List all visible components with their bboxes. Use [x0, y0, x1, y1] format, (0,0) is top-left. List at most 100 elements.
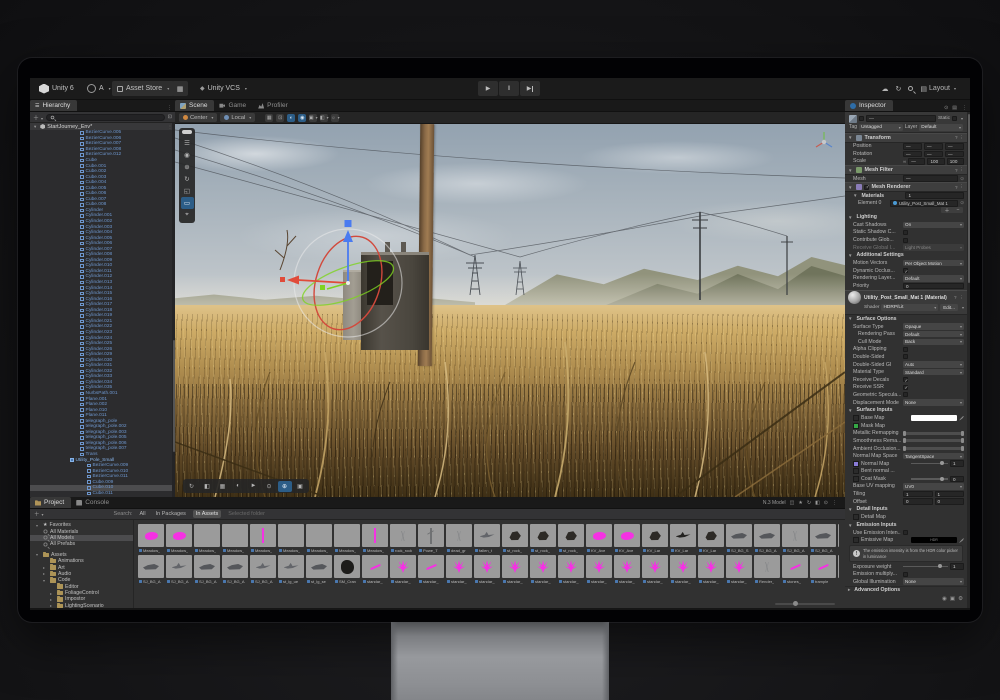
pause-button[interactable]: ‖ [499, 81, 519, 96]
create-asset-button[interactable]: ＋▾ [34, 510, 44, 518]
view-tool[interactable]: ◉ [181, 149, 194, 161]
inspector-row[interactable]: Receive Global I... Light Probes▾ Light … [845, 244, 967, 252]
rot-z-field[interactable]: — [945, 151, 964, 158]
asset-item[interactable]: standar_ [474, 555, 500, 584]
inspector-row[interactable]: Bent normal ... ▾ [845, 468, 967, 476]
checkbox[interactable] [903, 347, 908, 352]
play-button[interactable]: ▶ [478, 81, 498, 96]
shader-dropdown[interactable]: HDRP/Lit▾ [881, 304, 938, 311]
inspector-row[interactable]: Normal Map 1▾ 1 [845, 460, 967, 468]
inspector-row[interactable]: Receive SSR ▾ [845, 384, 967, 392]
inspector-row[interactable]: Motion Vectors Per Object Motion▾ Per Ob… [845, 259, 967, 267]
preview-sphere-icon[interactable]: ◉ [942, 596, 947, 602]
pos-z-field[interactable]: — [945, 143, 964, 150]
preview-settings-icon[interactable]: ▣ [950, 596, 955, 602]
asset-item[interactable]: fallen_t [474, 524, 500, 553]
checkbox[interactable] [903, 377, 908, 382]
asset-item[interactable]: SJ_BG_A [782, 524, 808, 553]
inspector-row[interactable]: Offset 0▾ 0 0 [845, 498, 967, 506]
transform-gizmo[interactable] [175, 124, 845, 497]
asset-item[interactable]: KV_Ave [586, 524, 612, 553]
scale-z-field[interactable]: 100 [947, 158, 964, 165]
asset-item[interactable]: standar_ [530, 555, 556, 584]
asset-item[interactable]: SJ_BG_A [138, 555, 164, 584]
asset-item[interactable]: Meadow_ [138, 524, 164, 553]
asset-item[interactable]: standar_ [502, 555, 528, 584]
asset-item[interactable]: standar_ [726, 555, 752, 584]
undo-history-icon[interactable]: ↻ [895, 85, 901, 93]
lock-icon[interactable]: ⊙ [824, 500, 828, 506]
value-field[interactable]: 1 [950, 563, 964, 570]
inspector-row[interactable]: Emission multiply... ▾ [845, 570, 967, 578]
material-header[interactable]: Utility_Post_Small_Mat 1 (Material) ?⋮ S… [845, 290, 967, 315]
dropdown[interactable]: TangentSpace▾ [903, 453, 964, 460]
tab-scene[interactable]: Scene [175, 100, 214, 111]
asset-item[interactable]: standar_ [558, 555, 584, 584]
unity-vcs-button[interactable]: ◆ Unity VCS▾ [195, 81, 252, 96]
asset-item[interactable]: KV_Lar [670, 524, 696, 553]
value-field-2[interactable]: 1 [935, 491, 965, 498]
scale-tool[interactable]: ◱ [181, 185, 194, 197]
inspector-row[interactable]: Double-Sided ▾ [845, 353, 967, 361]
asset-item[interactable]: Powe_T [418, 524, 444, 553]
shading-tool[interactable]: ◐ [231, 481, 245, 492]
value-field-2[interactable]: 0 [935, 498, 965, 505]
inspector-row[interactable]: Global Illumination None▾ None [845, 578, 967, 586]
materials-foldout[interactable]: ▼Materials1 [845, 192, 967, 200]
grid-snap-toggle[interactable]: ▦ [265, 114, 273, 122]
snap-increment-toggle[interactable]: ⊡ [276, 114, 284, 122]
asset-item[interactable]: st_rock_ [502, 524, 528, 553]
value-field[interactable]: 1 [950, 460, 964, 467]
inspector-row[interactable]: Static Shadow C... ▾ [845, 229, 967, 237]
checkbox[interactable] [903, 230, 908, 235]
asset-item[interactable]: Meadow_ [222, 524, 248, 553]
asset-item[interactable]: SJ_BG_A [194, 555, 220, 584]
inspector-row[interactable]: Geometric Specula... ▾ [845, 391, 967, 399]
search-scope-chip[interactable]: Selected folder [225, 510, 268, 518]
overlay-menu-tool[interactable]: ☰ [181, 137, 194, 149]
lock-icon[interactable]: ▤ [950, 105, 959, 111]
rect-tool[interactable]: ▭ [181, 197, 194, 209]
inspector-row[interactable]: Metallic Remapping ▾ [845, 430, 967, 438]
audio-toggle[interactable]: ◉ [298, 114, 306, 122]
asset-item[interactable]: standar_ [418, 555, 444, 584]
asset-item[interactable]: trample [810, 555, 836, 584]
tab-project[interactable]: Project [30, 497, 71, 508]
texture-slot[interactable] [853, 476, 859, 482]
rotate-tool[interactable]: ↻ [181, 173, 194, 185]
inspector-row[interactable]: Smoothness Rema... ▾ [845, 437, 967, 445]
help-icon[interactable]: ? [955, 168, 958, 173]
inspector-row[interactable]: Normal Map Space TangentSpace▾ TangentSp… [845, 452, 967, 460]
cloud-icon[interactable]: ☁ [881, 85, 888, 93]
checkbox[interactable] [903, 238, 908, 243]
mesh-filter-header[interactable]: ▼Mesh Filter?⋮ [845, 165, 967, 175]
inspector-row[interactable]: Double-Sided GI Auto▾ [845, 361, 967, 369]
dropdown[interactable]: Opaque▾ [903, 323, 964, 330]
texture-slot[interactable] [853, 423, 859, 429]
asset-item[interactable]: trample [838, 555, 839, 584]
slider[interactable] [911, 463, 948, 465]
asset-item[interactable]: SJ_BG_S [726, 524, 752, 553]
asset-item[interactable]: st_lg_se [306, 555, 332, 584]
asset-item[interactable]: standar_ [698, 555, 724, 584]
asset-item[interactable]: SJ_BG_A [754, 524, 780, 553]
search-scope-chip[interactable]: All [137, 510, 149, 518]
tab-inspector[interactable]: Inspector [845, 100, 893, 111]
value-field[interactable]: 0 [950, 476, 964, 483]
gizmo-x-arrowhead[interactable] [287, 276, 299, 285]
hierarchy-item[interactable]: Cube.011 [30, 491, 175, 497]
dropdown[interactable]: UV0▾ [903, 483, 964, 490]
orientation-dropdown[interactable]: Local▾ [220, 113, 255, 122]
select-tool[interactable]: ► [247, 481, 261, 492]
emission-inputs-header[interactable]: ▼Emission Inputs [845, 521, 967, 529]
asset-item[interactable]: Meadow_ [362, 524, 388, 553]
surface-inputs-header[interactable]: ▼Surface Inputs [845, 406, 967, 414]
rot-x-field[interactable]: — [903, 151, 922, 158]
gizmo-z-axis[interactable] [327, 283, 348, 289]
inspector-row[interactable]: Detail Map [845, 513, 967, 521]
range-slider[interactable] [903, 432, 964, 435]
orientation-gizmo[interactable] [811, 128, 837, 154]
visibility-icon[interactable]: ◧ [815, 500, 820, 506]
snap-tool[interactable]: ↻ [185, 481, 199, 492]
asset-item[interactable]: Meadow_ [306, 524, 332, 553]
